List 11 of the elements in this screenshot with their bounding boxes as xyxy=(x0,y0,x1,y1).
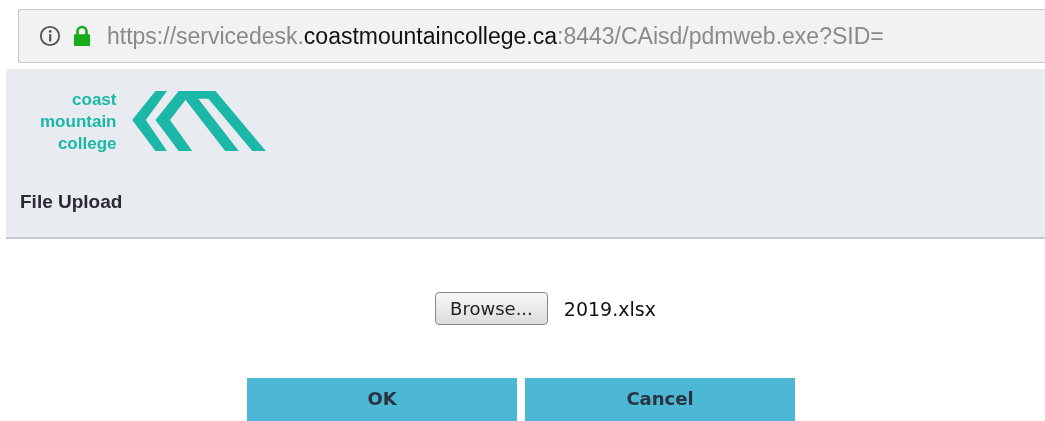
cancel-button[interactable]: Cancel xyxy=(525,378,795,421)
logo-text: coast xyxy=(71,89,117,111)
browse-button[interactable]: Browse... xyxy=(435,292,548,325)
url-text: https://servicedesk.coastmountaincollege.ca:8443/CAisd/pdmweb.exe?SID= xyxy=(107,22,884,50)
page-title: File Upload xyxy=(20,191,124,213)
address-bar[interactable]: https://servicedesk.coastmountaincollege.ca:8443/CAisd/pdmweb.exe?SID= xyxy=(18,9,1045,63)
ok-button[interactable]: OK xyxy=(247,378,517,421)
info-icon[interactable] xyxy=(39,25,61,47)
file-name: 2019.xlsx xyxy=(563,297,656,320)
logo-text: mountain xyxy=(40,111,117,133)
logo-text: college xyxy=(56,133,117,155)
